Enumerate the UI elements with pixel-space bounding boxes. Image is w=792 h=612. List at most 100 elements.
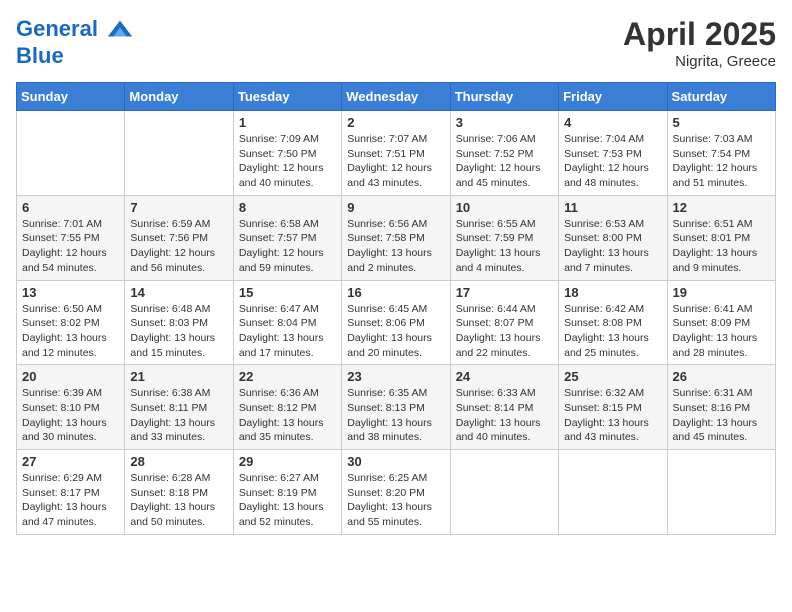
day-number: 28 [130,454,227,469]
day-detail: Sunrise: 7:06 AM Sunset: 7:52 PM Dayligh… [456,132,553,191]
day-number: 17 [456,285,553,300]
calendar-cell: 17 Sunrise: 6:44 AM Sunset: 8:07 PM Dayli… [450,280,558,365]
calendar-week-1: 1 Sunrise: 7:09 AM Sunset: 7:50 PM Daylig… [17,111,776,196]
calendar-table: SundayMondayTuesdayWednesdayThursdayFrid… [16,82,776,535]
day-number: 26 [673,369,770,384]
day-detail: Sunrise: 6:38 AM Sunset: 8:11 PM Dayligh… [130,386,227,445]
calendar-cell: 22Sunrise: 6:36 AM Sunset: 8:12 PM Dayli… [233,365,341,450]
logo-general: General [16,16,98,41]
day-detail: Sunrise: 6:33 AM Sunset: 8:14 PM Dayligh… [456,386,553,445]
calendar-cell [559,450,667,535]
day-detail: Sunrise: 6:42 AM Sunset: 8:08 PM Dayligh… [564,302,661,361]
calendar-cell: 3 Sunrise: 7:06 AM Sunset: 7:52 PM Daylig… [450,111,558,196]
day-number: 24 [456,369,553,384]
weekday-header-sunday: Sunday [17,83,125,111]
day-number: 27 [22,454,119,469]
day-number: 1 [239,115,336,130]
calendar-cell: 6 Sunrise: 7:01 AM Sunset: 7:55 PM Daylig… [17,195,125,280]
calendar-cell: 18 Sunrise: 6:42 AM Sunset: 8:08 PM Dayli… [559,280,667,365]
day-detail: Sunrise: 6:56 AM Sunset: 7:58 PM Dayligh… [347,217,444,276]
calendar-cell: 4Sunrise: 7:04 AM Sunset: 7:53 PM Daylig… [559,111,667,196]
day-detail: Sunrise: 6:25 AM Sunset: 8:20 PM Dayligh… [347,471,444,530]
calendar-cell: 7 Sunrise: 6:59 AM Sunset: 7:56 PM Daylig… [125,195,233,280]
calendar-cell [667,450,775,535]
day-number: 21 [130,369,227,384]
day-detail: Sunrise: 6:41 AM Sunset: 8:09 PM Dayligh… [673,302,770,361]
day-detail: Sunrise: 6:59 AM Sunset: 7:56 PM Dayligh… [130,217,227,276]
day-number: 13 [22,285,119,300]
calendar-cell: 2 Sunrise: 7:07 AM Sunset: 7:51 PM Daylig… [342,111,450,196]
day-detail: Sunrise: 6:29 AM Sunset: 8:17 PM Dayligh… [22,471,119,530]
day-detail: Sunrise: 6:58 AM Sunset: 7:57 PM Dayligh… [239,217,336,276]
day-detail: Sunrise: 6:50 AM Sunset: 8:02 PM Dayligh… [22,302,119,361]
calendar-week-5: 27 Sunrise: 6:29 AM Sunset: 8:17 PM Dayli… [17,450,776,535]
calendar-cell: 5Sunrise: 7:03 AM Sunset: 7:54 PM Daylig… [667,111,775,196]
calendar-cell: 30Sunrise: 6:25 AM Sunset: 8:20 PM Dayli… [342,450,450,535]
day-number: 25 [564,369,661,384]
logo-blue: Blue [16,44,134,68]
day-detail: Sunrise: 7:01 AM Sunset: 7:55 PM Dayligh… [22,217,119,276]
calendar-cell: 29Sunrise: 6:27 AM Sunset: 8:19 PM Dayli… [233,450,341,535]
weekday-header-monday: Monday [125,83,233,111]
calendar-week-3: 13 Sunrise: 6:50 AM Sunset: 8:02 PM Dayli… [17,280,776,365]
month-year: April 2025 [623,16,776,53]
location: Nigrita, Greece [623,53,776,70]
day-number: 7 [130,200,227,215]
day-number: 10 [456,200,553,215]
day-detail: Sunrise: 7:07 AM Sunset: 7:51 PM Dayligh… [347,132,444,191]
calendar-cell: 1 Sunrise: 7:09 AM Sunset: 7:50 PM Daylig… [233,111,341,196]
calendar-cell: 20Sunrise: 6:39 AM Sunset: 8:10 PM Dayli… [17,365,125,450]
weekday-header-row: SundayMondayTuesdayWednesdayThursdayFrid… [17,83,776,111]
calendar-cell [450,450,558,535]
calendar-cell: 13 Sunrise: 6:50 AM Sunset: 8:02 PM Dayli… [17,280,125,365]
calendar-cell: 21 Sunrise: 6:38 AM Sunset: 8:11 PM Dayli… [125,365,233,450]
day-number: 22 [239,369,336,384]
day-detail: Sunrise: 6:32 AM Sunset: 8:15 PM Dayligh… [564,386,661,445]
day-detail: Sunrise: 6:39 AM Sunset: 8:10 PM Dayligh… [22,386,119,445]
page-header: General Blue April 2025 Nigrita, Greece [16,16,776,70]
calendar-cell: 28 Sunrise: 6:28 AM Sunset: 8:18 PM Dayli… [125,450,233,535]
day-number: 2 [347,115,444,130]
calendar-week-2: 6 Sunrise: 7:01 AM Sunset: 7:55 PM Daylig… [17,195,776,280]
day-number: 18 [564,285,661,300]
calendar-cell: 15 Sunrise: 6:47 AM Sunset: 8:04 PM Dayli… [233,280,341,365]
day-detail: Sunrise: 6:48 AM Sunset: 8:03 PM Dayligh… [130,302,227,361]
day-detail: Sunrise: 7:09 AM Sunset: 7:50 PM Dayligh… [239,132,336,191]
logo-icon [106,16,134,44]
day-number: 6 [22,200,119,215]
weekday-header-friday: Friday [559,83,667,111]
weekday-header-saturday: Saturday [667,83,775,111]
day-number: 15 [239,285,336,300]
calendar-cell: 16Sunrise: 6:45 AM Sunset: 8:06 PM Dayli… [342,280,450,365]
calendar-cell: 26 Sunrise: 6:31 AM Sunset: 8:16 PM Dayli… [667,365,775,450]
title-block: April 2025 Nigrita, Greece [623,16,776,70]
weekday-header-tuesday: Tuesday [233,83,341,111]
day-number: 5 [673,115,770,130]
day-detail: Sunrise: 6:27 AM Sunset: 8:19 PM Dayligh… [239,471,336,530]
day-number: 16 [347,285,444,300]
calendar-cell: 9 Sunrise: 6:56 AM Sunset: 7:58 PM Daylig… [342,195,450,280]
day-detail: Sunrise: 6:47 AM Sunset: 8:04 PM Dayligh… [239,302,336,361]
calendar-cell: 24 Sunrise: 6:33 AM Sunset: 8:14 PM Dayli… [450,365,558,450]
day-detail: Sunrise: 6:44 AM Sunset: 8:07 PM Dayligh… [456,302,553,361]
day-detail: Sunrise: 6:53 AM Sunset: 8:00 PM Dayligh… [564,217,661,276]
weekday-header-wednesday: Wednesday [342,83,450,111]
calendar-cell: 10Sunrise: 6:55 AM Sunset: 7:59 PM Dayli… [450,195,558,280]
day-number: 3 [456,115,553,130]
calendar-cell: 27 Sunrise: 6:29 AM Sunset: 8:17 PM Dayli… [17,450,125,535]
calendar-cell [17,111,125,196]
calendar-cell: 23 Sunrise: 6:35 AM Sunset: 8:13 PM Dayli… [342,365,450,450]
day-detail: Sunrise: 6:28 AM Sunset: 8:18 PM Dayligh… [130,471,227,530]
day-detail: Sunrise: 6:31 AM Sunset: 8:16 PM Dayligh… [673,386,770,445]
day-number: 23 [347,369,444,384]
logo-text: General [16,16,134,44]
calendar-cell: 8 Sunrise: 6:58 AM Sunset: 7:57 PM Daylig… [233,195,341,280]
day-detail: Sunrise: 6:35 AM Sunset: 8:13 PM Dayligh… [347,386,444,445]
weekday-header-thursday: Thursday [450,83,558,111]
calendar-cell: 25 Sunrise: 6:32 AM Sunset: 8:15 PM Dayli… [559,365,667,450]
day-detail: Sunrise: 7:04 AM Sunset: 7:53 PM Dayligh… [564,132,661,191]
day-number: 19 [673,285,770,300]
day-number: 8 [239,200,336,215]
calendar-cell: 14Sunrise: 6:48 AM Sunset: 8:03 PM Dayli… [125,280,233,365]
day-number: 9 [347,200,444,215]
